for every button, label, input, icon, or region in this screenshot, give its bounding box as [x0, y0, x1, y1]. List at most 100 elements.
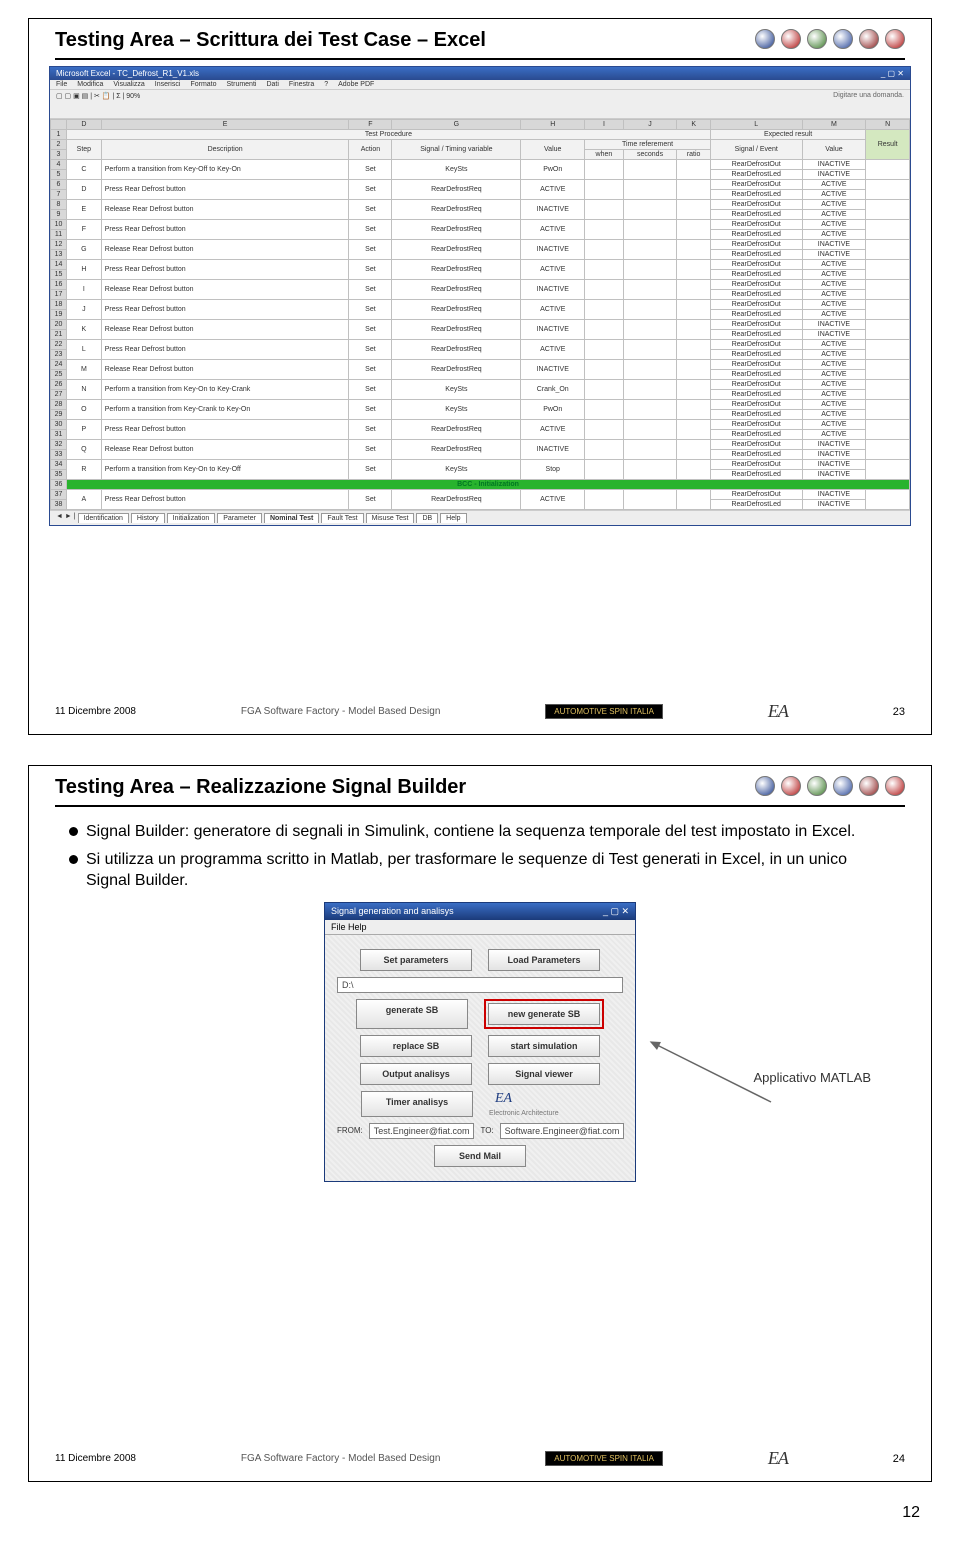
column-header[interactable]: H: [521, 120, 585, 130]
column-header[interactable]: L: [710, 120, 802, 130]
table-row[interactable]: 16IRelease Rear Defrost buttonSetRearDef…: [51, 280, 910, 290]
matlab-menubar[interactable]: File Help: [325, 920, 635, 935]
from-field[interactable]: Test.Engineer@fiat.com: [369, 1123, 475, 1139]
excel-titlebar: Microsoft Excel - TC_Defrost_R1_V1.xls _…: [50, 67, 910, 80]
question-box[interactable]: Digitare una domanda.: [833, 92, 904, 116]
excel-grid[interactable]: DEFGHIJKLMN 1Test ProcedureExpected resu…: [50, 119, 910, 510]
sheet-tab[interactable]: DB: [416, 513, 438, 523]
signal-viewer-button[interactable]: Signal viewer: [488, 1063, 600, 1085]
load-parameters-button[interactable]: Load Parameters: [488, 949, 600, 971]
column-header[interactable]: M: [802, 120, 866, 130]
slide-footer: 11 Dicembre 2008 FGA Software Factory - …: [55, 701, 905, 722]
column-header[interactable]: K: [677, 120, 710, 130]
table-row[interactable]: 10FPress Rear Defrost buttonSetRearDefro…: [51, 220, 910, 230]
sheet-tab[interactable]: History: [131, 513, 165, 523]
matlab-window: Signal generation and analisys _ ▢ ✕ Fil…: [324, 902, 636, 1182]
sheet-tab[interactable]: Initialization: [167, 513, 216, 523]
footer-page: 23: [893, 706, 905, 718]
column-header[interactable]: D: [67, 120, 102, 130]
footer-mid: FGA Software Factory - Model Based Desig…: [241, 1453, 441, 1464]
path-field[interactable]: D:\: [337, 977, 623, 993]
table-row[interactable]: 8ERelease Rear Defrost buttonSetRearDefr…: [51, 200, 910, 210]
bullet-dot-icon: [69, 827, 78, 836]
sheet-tab[interactable]: Fault Test: [321, 513, 363, 523]
to-field[interactable]: Software.Engineer@fiat.com: [500, 1123, 625, 1139]
brand-logos: [755, 776, 905, 796]
table-row[interactable]: 12GRelease Rear Defrost buttonSetRearDef…: [51, 240, 910, 250]
column-header[interactable]: F: [349, 120, 392, 130]
footer-date: 11 Dicembre 2008: [55, 706, 136, 717]
column-header[interactable]: I: [585, 120, 624, 130]
sheet-tab[interactable]: Parameter: [217, 513, 262, 523]
ea-badge: EA: [768, 701, 788, 722]
bullet-text: Signal Builder: generatore di segnali in…: [86, 821, 855, 843]
header-test-procedure: Test Procedure: [67, 130, 711, 140]
menu-item[interactable]: Formato: [190, 81, 216, 88]
slide-title: Testing Area – Scrittura dei Test Case –…: [55, 29, 486, 52]
bullet-item: Si utilizza un programma scritto in Matl…: [69, 849, 891, 892]
spin-badge: AUTOMOTIVE SPIN ITALIA: [545, 704, 663, 719]
menu-item[interactable]: Finestra: [289, 81, 314, 88]
table-row[interactable]: 34RPerform a transition from Key-On to K…: [51, 460, 910, 470]
brand-logo-icon: [859, 776, 879, 796]
menu-item[interactable]: Adobe PDF: [338, 81, 374, 88]
bullet-item: Signal Builder: generatore di segnali in…: [69, 821, 891, 843]
document-page-number: 12: [0, 1494, 960, 1542]
timer-analisys-button[interactable]: Timer analisys: [361, 1091, 473, 1117]
table-row[interactable]: 22LPress Rear Defrost buttonSetRearDefro…: [51, 340, 910, 350]
table-row[interactable]: 24MRelease Rear Defrost buttonSetRearDef…: [51, 360, 910, 370]
menu-item[interactable]: Strumenti: [227, 81, 257, 88]
slide-footer: 11 Dicembre 2008 FGA Software Factory - …: [55, 1448, 905, 1469]
table-row[interactable]: 20KRelease Rear Defrost buttonSetRearDef…: [51, 320, 910, 330]
brand-logo-icon: [885, 29, 905, 49]
send-mail-button[interactable]: Send Mail: [434, 1145, 526, 1167]
footer-date: 11 Dicembre 2008: [55, 1453, 136, 1464]
table-row[interactable]: 32QRelease Rear Defrost buttonSetRearDef…: [51, 440, 910, 450]
set-parameters-button[interactable]: Set parameters: [360, 949, 472, 971]
menu-item[interactable]: Modifica: [77, 81, 103, 88]
sheet-tab[interactable]: Help: [440, 513, 466, 523]
brand-logo-icon: [885, 776, 905, 796]
spin-badge: AUTOMOTIVE SPIN ITALIA: [545, 1451, 663, 1466]
sheet-tab[interactable]: Nominal Test: [264, 513, 319, 523]
brand-logo-icon: [807, 29, 827, 49]
excel-menubar[interactable]: File Modifica Visualizza Inserisci Formato St…: [50, 80, 910, 90]
table-row[interactable]: 26NPerform a transition from Key-On to K…: [51, 380, 910, 390]
output-analisys-button[interactable]: Output analisys: [360, 1063, 472, 1085]
slide-title: Testing Area – Realizzazione Signal Buil…: [55, 776, 466, 799]
column-header[interactable]: G: [392, 120, 521, 130]
table-row[interactable]: 28OPerform a transition from Key-Crank t…: [51, 400, 910, 410]
menu-item[interactable]: File: [56, 81, 67, 88]
window-controls[interactable]: _ ▢ ✕: [603, 906, 629, 917]
sheet-tab[interactable]: Identification: [78, 513, 129, 523]
table-row[interactable]: 18JPress Rear Defrost buttonSetRearDefro…: [51, 300, 910, 310]
ea-badge: EA: [768, 1448, 788, 1469]
menu-item[interactable]: Visualizza: [113, 81, 144, 88]
ea-logo: EA: [489, 1091, 518, 1106]
column-header[interactable]: E: [101, 120, 349, 130]
column-header[interactable]: J: [623, 120, 677, 130]
sheet-tabs[interactable]: ◄ ► | IdentificationHistoryInitializatio…: [50, 510, 910, 525]
table-row[interactable]: 6DPress Rear Defrost buttonSetRearDefros…: [51, 180, 910, 190]
window-controls[interactable]: _ ▢ ✕: [881, 69, 904, 78]
column-header[interactable]: N: [866, 120, 910, 130]
menu-item[interactable]: ?: [324, 81, 328, 88]
generate-sb-button[interactable]: generate SB: [356, 999, 468, 1029]
table-row[interactable]: 30PPress Rear Defrost buttonSetRearDefro…: [51, 420, 910, 430]
table-row[interactable]: 4CPerform a transition from Key-Off to K…: [51, 160, 910, 170]
sheet-tab[interactable]: Misuse Test: [366, 513, 415, 523]
menu-item[interactable]: Inserisci: [155, 81, 181, 88]
new-generate-sb-button[interactable]: new generate SB: [488, 1003, 600, 1025]
table-row[interactable]: 37APress Rear Defrost buttonSetRearDefro…: [51, 490, 910, 500]
table-row[interactable]: 14HPress Rear Defrost buttonSetRearDefro…: [51, 260, 910, 270]
title-divider: [55, 805, 905, 807]
header-expected-result: Expected result: [710, 130, 865, 140]
excel-window-title: Microsoft Excel - TC_Defrost_R1_V1.xls: [56, 69, 199, 78]
bullet-text: Si utilizza un programma scritto in Matl…: [86, 849, 891, 892]
menu-item[interactable]: Dati: [266, 81, 278, 88]
excel-toolbars[interactable]: ▢ ▢ ▣ ▤ | ✂ 📋 | Σ | 90% Digitare una dom…: [50, 90, 910, 119]
replace-sb-button[interactable]: replace SB: [360, 1035, 472, 1057]
start-simulation-button[interactable]: start simulation: [488, 1035, 600, 1057]
brand-logos: [755, 29, 905, 49]
footer-mid: FGA Software Factory - Model Based Desig…: [241, 706, 441, 717]
